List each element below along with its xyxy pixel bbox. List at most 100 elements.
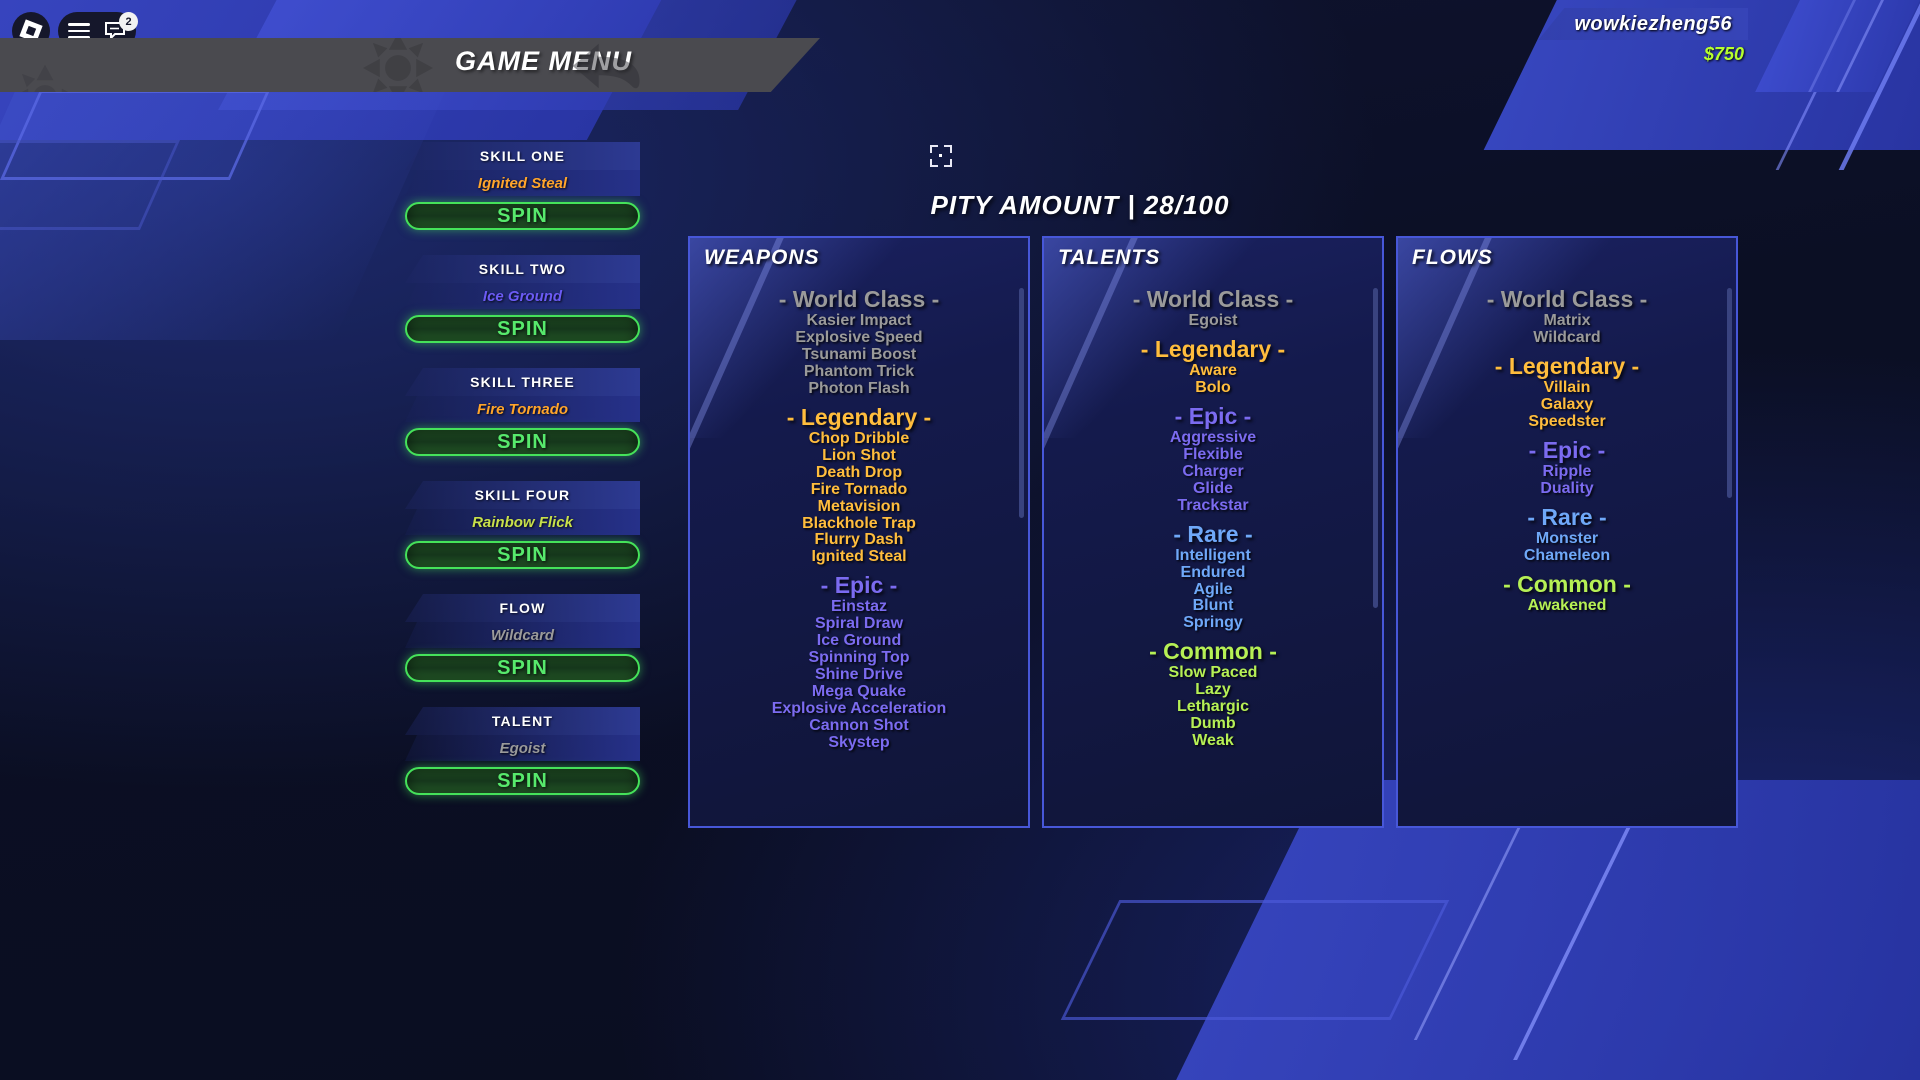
- rarity-group-header: - Common -: [1503, 570, 1631, 597]
- rarity-list-item[interactable]: Einstaz: [704, 598, 1014, 616]
- rarity-list-item[interactable]: Bolo: [1058, 379, 1368, 397]
- skill-slot: SKILL THREE Fire Tornado SPIN: [405, 368, 640, 456]
- rarity-list-item[interactable]: Flurry Dash: [704, 532, 1014, 549]
- rarity-list-item[interactable]: Phantom Trick: [704, 363, 1014, 381]
- skill-slot-value-row: Ice Ground: [405, 283, 640, 309]
- back-arrow-icon[interactable]: [570, 40, 646, 92]
- rarity-list-item[interactable]: Mega Quake: [704, 683, 1014, 701]
- skill-slot-label: SKILL THREE: [470, 374, 575, 390]
- hamburger-line: [68, 23, 90, 26]
- rarity-group-header: - Legendary -: [786, 403, 932, 430]
- spin-button[interactable]: SPIN: [405, 202, 640, 230]
- rarity-list-item[interactable]: Egoist: [1058, 312, 1368, 330]
- rarity-list-item[interactable]: Lethargic: [1058, 698, 1368, 716]
- rarity-list-item[interactable]: Glide: [1058, 480, 1368, 498]
- rarity-list-item[interactable]: Skystep: [704, 734, 1014, 752]
- rarity-list-item[interactable]: Speedster: [1412, 413, 1722, 431]
- rarity-list-item[interactable]: Springy: [1058, 614, 1368, 632]
- rarity-list-item[interactable]: Villain: [1412, 379, 1722, 397]
- spin-button-label: SPIN: [497, 543, 548, 566]
- rarity-list-item[interactable]: Kasier Impact: [704, 312, 1014, 330]
- skill-slot: SKILL TWO Ice Ground SPIN: [405, 255, 640, 343]
- panel-scrollbar[interactable]: [1727, 288, 1732, 498]
- spin-button[interactable]: SPIN: [405, 654, 640, 682]
- rarity-list-item[interactable]: Agile: [1058, 581, 1368, 599]
- spin-button[interactable]: SPIN: [405, 315, 640, 343]
- panel-scrollbar[interactable]: [1019, 288, 1024, 518]
- spin-button-label: SPIN: [497, 204, 548, 227]
- player-plate-accent: [1755, 0, 1920, 92]
- rarity-list-item[interactable]: Photon Flash: [704, 380, 1014, 398]
- rarity-list-item[interactable]: Shine Drive: [704, 666, 1014, 684]
- rarity-list-item[interactable]: Galaxy: [1412, 396, 1722, 414]
- skill-slot-value: Ignited Steal: [477, 174, 568, 192]
- rarity-list-item[interactable]: Matrix: [1412, 312, 1722, 330]
- spin-button[interactable]: SPIN: [405, 428, 640, 456]
- rarity-list-item[interactable]: Cannon Shot: [704, 717, 1014, 735]
- rarity-list-item[interactable]: Weak: [1058, 732, 1368, 750]
- skill-slot-label: SKILL FOUR: [474, 487, 571, 503]
- cog-icon-secondary: [12, 64, 78, 92]
- rarity-group-header: - World Class -: [778, 286, 940, 312]
- rarity-list-item[interactable]: Ignited Steal: [704, 548, 1014, 566]
- rarity-list-item[interactable]: Awakened: [1412, 597, 1722, 615]
- rarity-list-item[interactable]: Flexible: [1058, 446, 1368, 464]
- skill-slot-value: Fire Tornado: [476, 400, 569, 418]
- skill-slot-value: Egoist: [499, 739, 546, 757]
- rarity-list-item[interactable]: Fire Tornado: [704, 481, 1014, 499]
- panel-scrollbar[interactable]: [1373, 288, 1378, 608]
- rarity-list-item[interactable]: Aware: [1058, 362, 1368, 380]
- rarity-list-item[interactable]: Ice Ground: [704, 632, 1014, 650]
- skill-slot-header: SKILL TWO: [405, 255, 640, 283]
- panel-list[interactable]: - World Class - Egoist - Legendary - Aware B…: [1044, 280, 1382, 820]
- rarity-panel-group: WEAPONS - World Class - Kasier Impact Expl…: [688, 236, 1738, 828]
- spin-button-label: SPIN: [497, 656, 548, 679]
- spin-button[interactable]: SPIN: [405, 767, 640, 795]
- rarity-list-item[interactable]: Monster: [1412, 530, 1722, 548]
- player-cash: $750: [1703, 44, 1744, 64]
- rarity-group-header: - Rare -: [1527, 503, 1607, 530]
- rarity-list-item[interactable]: Metavision: [704, 498, 1014, 516]
- panel-list[interactable]: - World Class - Matrix Wildcard - Legendary…: [1398, 280, 1736, 820]
- rarity-list-item[interactable]: Trackstar: [1058, 497, 1368, 515]
- rarity-group-header: - Legendary -: [1494, 352, 1640, 379]
- rarity-group-header: - Common -: [1149, 638, 1277, 665]
- rarity-list-item[interactable]: Aggressive: [1058, 429, 1368, 447]
- skill-slot-label: FLOW: [499, 600, 546, 616]
- hamburger-line: [68, 29, 90, 33]
- rarity-list-item[interactable]: Death Drop: [704, 464, 1014, 482]
- rarity-list-item[interactable]: Explosive Speed: [704, 329, 1014, 347]
- skill-slot-column: SKILL ONE Ignited Steal SPIN SKILL TWO I…: [405, 142, 640, 820]
- rarity-list-item[interactable]: Explosive Acceleration: [704, 700, 1014, 718]
- skill-slot-header: FLOW: [405, 594, 640, 622]
- panel-title: FLOWS: [1412, 246, 1493, 269]
- rarity-list-item[interactable]: Ripple: [1412, 463, 1722, 481]
- rarity-list-item[interactable]: Blunt: [1058, 598, 1368, 615]
- rarity-list-item[interactable]: Charger: [1058, 463, 1368, 481]
- pity-amount-label: PITY AMOUNT | 28/100: [930, 190, 1230, 220]
- rarity-list-item[interactable]: Slow Paced: [1058, 664, 1368, 682]
- skill-slot-label: TALENT: [491, 713, 554, 729]
- skill-slot-header: SKILL ONE: [405, 142, 640, 170]
- rarity-list-item[interactable]: Chop Dribble: [704, 430, 1014, 448]
- rarity-list-item[interactable]: Dumb: [1058, 715, 1368, 733]
- rarity-list-item[interactable]: Chameleon: [1412, 547, 1722, 565]
- rarity-list-item[interactable]: Endured: [1058, 564, 1368, 582]
- rarity-list-item[interactable]: Blackhole Trap: [704, 515, 1014, 533]
- rarity-list-item[interactable]: Lazy: [1058, 681, 1368, 699]
- skill-slot-value-row: Wildcard: [405, 622, 640, 648]
- rarity-list-item[interactable]: Lion Shot: [704, 447, 1014, 465]
- spin-button[interactable]: SPIN: [405, 541, 640, 569]
- background-frame-left: [0, 90, 271, 180]
- background-frame-left-2: [0, 140, 181, 230]
- rarity-list-item[interactable]: Spiral Draw: [704, 615, 1014, 633]
- rarity-list-item[interactable]: Intelligent: [1058, 547, 1368, 565]
- skill-slot-value-row: Rainbow Flick: [405, 509, 640, 535]
- skill-slot-label: SKILL ONE: [479, 148, 566, 164]
- hamburger-menu-icon[interactable]: [68, 23, 90, 39]
- rarity-list-item[interactable]: Wildcard: [1412, 329, 1722, 347]
- rarity-list-item[interactable]: Tsunami Boost: [704, 346, 1014, 364]
- rarity-list-item[interactable]: Spinning Top: [704, 649, 1014, 667]
- panel-list[interactable]: - World Class - Kasier Impact Explosive Sp…: [690, 280, 1028, 820]
- rarity-list-item[interactable]: Duality: [1412, 480, 1722, 498]
